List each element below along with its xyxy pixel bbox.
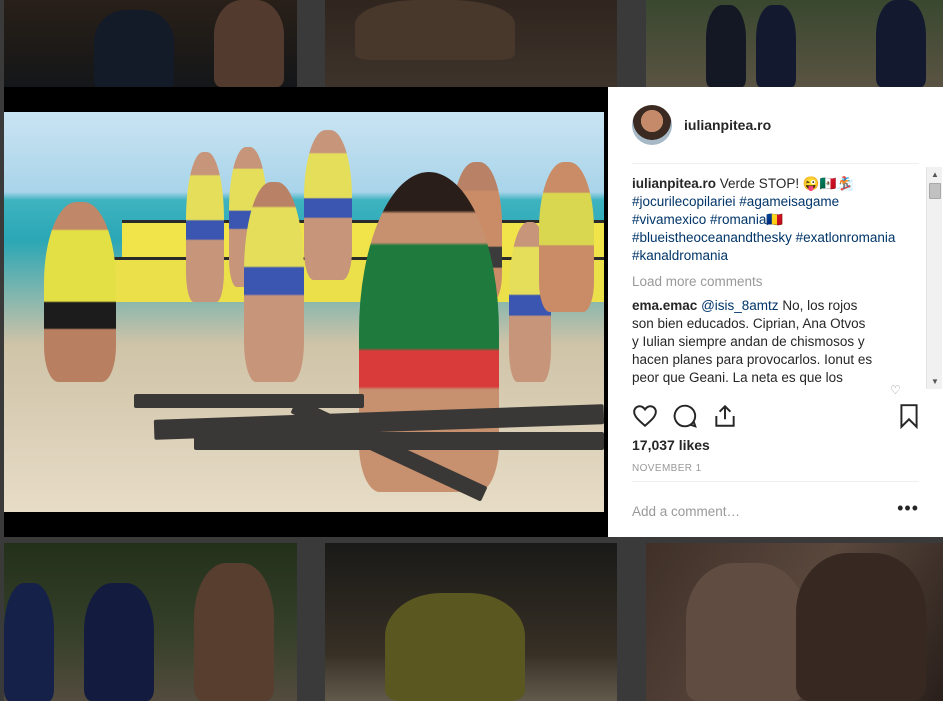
post-date[interactable]: NOVEMBER 1	[632, 463, 702, 474]
caption-text: Verde STOP! 😜🇲🇽🏂	[719, 176, 854, 191]
comment-mention[interactable]: @isis_8amtz	[701, 298, 778, 313]
caption-hashtags-2[interactable]: #blueistheoceanandthesky #exatlonromania	[632, 230, 895, 245]
heart-icon[interactable]	[632, 403, 658, 429]
grid-thumbnail-6[interactable]	[646, 543, 943, 701]
comment-text-3: y Iulian siempre andan de chismosos y	[632, 334, 865, 349]
bookmark-icon[interactable]	[896, 403, 922, 429]
grid-thumbnail-2[interactable]	[325, 0, 617, 87]
caption-hashtags-1[interactable]: #jocurilecopilariei #agameisagame	[632, 194, 839, 209]
comments-scrollbar[interactable]: ▲ ▼	[926, 167, 942, 389]
avatar[interactable]	[632, 105, 672, 145]
comment-text-2: son bien educados. Ciprian, Ana Otvos	[632, 316, 866, 331]
add-comment-input[interactable]: Add a comment…	[632, 504, 740, 519]
post-modal: iulianpitea.ro iulianpitea.ro Verde STOP…	[4, 87, 943, 537]
post-photo[interactable]	[4, 112, 604, 512]
grid-thumbnail-5[interactable]	[325, 543, 617, 701]
load-more-comments-button[interactable]: Load more comments	[632, 273, 917, 291]
post-sidebar: iulianpitea.ro iulianpitea.ro Verde STOP…	[608, 87, 943, 537]
hashtag-vivamexico[interactable]: #vivamexico	[632, 212, 706, 227]
caption-username[interactable]: iulianpitea.ro	[632, 176, 716, 191]
hashtag-romania[interactable]: #romania🇷🇴	[710, 212, 783, 227]
comments-section: iulianpitea.ro Verde STOP! 😜🇲🇽🏂 #jocuril…	[632, 175, 917, 391]
comment-icon[interactable]	[672, 403, 698, 429]
caption: iulianpitea.ro Verde STOP! 😜🇲🇽🏂 #jocuril…	[632, 175, 917, 265]
likes-count[interactable]: 17,037 likes	[632, 437, 710, 453]
caption-hashtags-3[interactable]: #kanaldromania	[632, 248, 728, 263]
scrollbar-thumb[interactable]	[929, 183, 941, 199]
post-actions	[632, 403, 919, 433]
grid-thumbnail-4[interactable]	[4, 543, 297, 701]
post-header: iulianpitea.ro	[632, 101, 919, 164]
comment-like-heart-icon[interactable]: ♡	[890, 383, 901, 397]
comment-text-1: No, los rojos	[778, 298, 858, 313]
grid-thumbnail-1[interactable]	[4, 0, 297, 87]
comment-username[interactable]: ema.emac	[632, 298, 697, 313]
post-username[interactable]: iulianpitea.ro	[684, 117, 771, 133]
share-icon[interactable]	[712, 403, 738, 429]
grid-thumbnail-3[interactable]	[646, 0, 943, 87]
scroll-up-icon[interactable]: ▲	[931, 170, 939, 179]
comment-text-5: peor que Geani. La neta es que los	[632, 370, 843, 385]
comment-item: ema.emac @isis_8amtz No, los rojos son b…	[632, 297, 917, 387]
scroll-down-icon[interactable]: ▼	[931, 377, 939, 386]
add-comment-bar: Add a comment… •••	[632, 481, 919, 538]
comment-text-4: hacen planes para provocarlos. Ionut es	[632, 352, 873, 367]
more-options-icon[interactable]: •••	[897, 498, 919, 519]
